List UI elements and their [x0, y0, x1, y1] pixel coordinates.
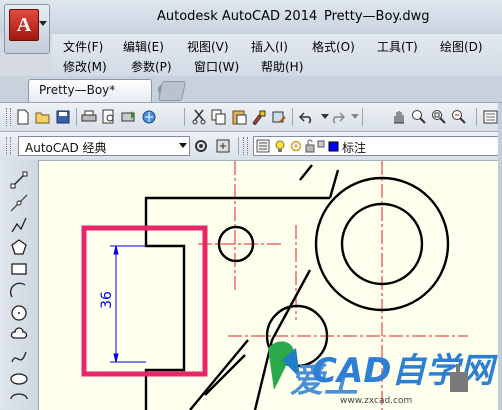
app-title: Autodesk AutoCAD 2014 [157, 9, 318, 24]
spline-icon[interactable] [9, 347, 29, 367]
menu-help[interactable]: 帮助(H) [261, 58, 303, 75]
polygon-icon[interactable] [9, 237, 29, 257]
draw-toolbar [0, 160, 39, 410]
menu-bar: 文件(F) 编辑(E) 视图(V) 插入(I) 格式(O) 工具(T) 绘图(D… [52, 34, 502, 76]
line-icon[interactable] [9, 170, 29, 190]
separator [76, 108, 77, 126]
menu-modify[interactable]: 修改(M) [63, 58, 107, 75]
zoom-window-icon[interactable] [430, 108, 448, 126]
layer-state-icons [256, 139, 339, 153]
menu-parametric[interactable]: 参数(P) [131, 58, 172, 75]
cut-icon[interactable] [190, 108, 208, 126]
chevron-down-icon [39, 21, 47, 26]
menu-tools[interactable]: 工具(T) [377, 38, 418, 55]
open-icon[interactable] [34, 108, 52, 126]
pan-icon[interactable] [390, 108, 408, 126]
menu-view[interactable]: 视图(V) [187, 38, 229, 55]
menu-window[interactable]: 窗口(W) [194, 58, 239, 75]
workspace-settings-icon[interactable] [192, 137, 210, 155]
zoom-realtime-icon[interactable] [410, 108, 428, 126]
menu-edit[interactable]: 编辑(E) [123, 38, 164, 55]
separator [238, 137, 239, 155]
dimension-text: 36 [99, 291, 115, 309]
rectangle-icon[interactable] [9, 259, 29, 279]
toolbar-grip[interactable] [6, 137, 11, 155]
workspace-dropdown[interactable]: AutoCAD 经典 [18, 136, 190, 156]
new-tab-button[interactable] [157, 81, 187, 101]
file-title: Pretty—Boy.dwg [324, 9, 430, 24]
separator [184, 108, 185, 126]
drawing: 36 爱上 CAD自学网 www.zxcad.com [81, 161, 498, 410]
watermark-brand: CAD自学网 [312, 351, 498, 391]
tab-pretty-boy[interactable]: Pretty—Boy* [28, 79, 152, 102]
autocad-logo-icon: A [9, 9, 39, 41]
workspace-value: AutoCAD 经典 [25, 141, 107, 155]
layer-dropdown[interactable]: 标注 [253, 136, 502, 156]
separator [476, 108, 477, 126]
polyline-icon[interactable] [9, 215, 29, 235]
paste-icon[interactable] [230, 108, 248, 126]
match-properties-icon[interactable] [250, 108, 268, 126]
print-icon[interactable] [80, 108, 98, 126]
scrollbar[interactable] [498, 103, 502, 410]
toolbar-grip[interactable] [6, 108, 11, 126]
chevron-down-icon [179, 143, 187, 148]
block-editor-icon[interactable] [270, 108, 288, 126]
workspace-save-icon[interactable] [214, 137, 232, 155]
application-menu-button[interactable]: A [4, 4, 50, 54]
watermark-url: www.zxcad.com [340, 396, 412, 406]
3d-print-icon[interactable] [140, 108, 158, 126]
ellipse-icon[interactable] [9, 369, 29, 389]
toolbar-grip[interactable] [243, 137, 248, 155]
revision-cloud-icon[interactable] [9, 325, 29, 345]
plot-preview-icon[interactable] [100, 108, 118, 126]
redo-icon[interactable] [328, 108, 346, 126]
menu-format[interactable]: 格式(O) [312, 38, 355, 55]
watermark: 爱上 CAD自学网 www.zxcad.com [268, 341, 498, 406]
ellipse-arc-icon[interactable] [9, 389, 29, 409]
dimension-36 [110, 245, 146, 363]
document-tab-bar: Pretty—Boy* [0, 76, 502, 103]
separator [362, 108, 363, 126]
tab-label: Pretty—Boy* [39, 83, 116, 97]
menu-draw[interactable]: 绘图(D) [440, 38, 483, 55]
standard-toolbar [0, 103, 502, 132]
drawing-canvas[interactable]: 36 爱上 CAD自学网 www.zxcad.com [39, 161, 498, 410]
circle-icon[interactable] [9, 303, 29, 323]
menu-file[interactable]: 文件(F) [63, 38, 103, 55]
separator [292, 108, 293, 126]
layer-value: 标注 [342, 141, 367, 155]
menu-insert[interactable]: 插入(I) [251, 38, 288, 55]
title-bar: Autodesk AutoCAD 2014 Pretty—Boy.dwg [0, 0, 502, 34]
save-icon[interactable] [54, 108, 72, 126]
construction-line-icon[interactable] [9, 193, 29, 213]
zoom-previous-icon[interactable] [450, 108, 468, 126]
new-icon[interactable] [14, 108, 32, 126]
publish-icon[interactable] [120, 108, 138, 126]
copy-icon[interactable] [210, 108, 228, 126]
arc-icon[interactable] [9, 281, 29, 301]
undo-icon[interactable] [298, 108, 316, 126]
